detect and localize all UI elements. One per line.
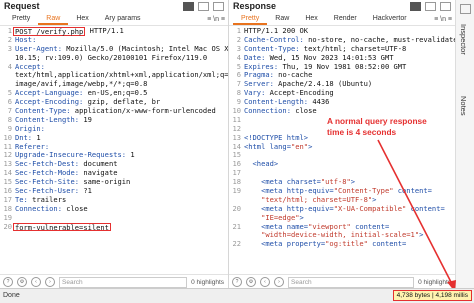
code-token: "en" xyxy=(290,141,309,151)
code-line: 10 Connection: close xyxy=(229,106,455,116)
annotation-line-1: A normal query response xyxy=(327,116,427,126)
single-view-icon[interactable] xyxy=(440,2,451,11)
request-pane: Request Pretty Raw Hex Ary params ≡ \n ≡ 1 PO… xyxy=(0,0,229,289)
code-line: 20 form-vulnerable=silent xyxy=(0,222,228,232)
code-token: application/x-www-form-urlencoded xyxy=(70,106,216,116)
response-search-bar: ? ⚙ ‹ › Search 0 highlights xyxy=(229,274,455,289)
code-token: 1 xyxy=(126,150,135,160)
request-tabs: Pretty Raw Hex Ary params ≡ \n ≡ xyxy=(0,13,228,26)
help-icon[interactable]: ? xyxy=(3,277,13,287)
tab-hackvertor[interactable]: Hackvertor xyxy=(365,13,415,25)
split-view-icon[interactable] xyxy=(183,2,194,11)
tab-hex[interactable]: Hex xyxy=(68,13,96,25)
code-token: <head> xyxy=(244,159,279,169)
code-token: Connection: xyxy=(244,106,291,116)
code-token: 19 xyxy=(79,114,92,124)
response-stats: 4,738 bytes | 4,198 millis xyxy=(392,290,472,301)
tab-pretty[interactable]: Pretty xyxy=(4,13,38,25)
request-layout-toggle[interactable] xyxy=(183,2,224,11)
code-token: "X-UA-Compatible" xyxy=(333,203,407,213)
tab-ary-params[interactable]: Ary params xyxy=(97,13,149,25)
inspector-rail: Inspector Notes xyxy=(455,0,474,289)
line-number: 19 xyxy=(232,186,241,196)
notes-tab[interactable]: Notes xyxy=(459,96,468,116)
code-token: <html xyxy=(244,141,270,151)
code-token: content= xyxy=(367,239,407,249)
code-line: 18 Connection: close xyxy=(0,203,228,214)
forward-icon[interactable]: › xyxy=(45,277,55,287)
line-number: 22 xyxy=(232,239,241,249)
response-pane: Response Pretty Raw Hex Render Hackvertor ≡ \… xyxy=(229,0,455,289)
code-line: 22 <meta property= "og:title" content= xyxy=(229,239,455,249)
request-highlights-count: 0 highlights xyxy=(191,278,224,286)
annotation-text: A normal query response time is 4 second… xyxy=(327,116,427,138)
settings-icon[interactable]: ⚙ xyxy=(17,277,27,287)
code-token: lang= xyxy=(269,141,291,151)
back-icon[interactable]: ‹ xyxy=(31,277,41,287)
code-token: content= xyxy=(393,186,432,196)
horizontal-view-icon[interactable] xyxy=(198,2,209,11)
code-token: ?1 xyxy=(79,186,92,196)
line-number: 20 xyxy=(232,203,241,213)
line-number xyxy=(0,71,15,80)
response-editor[interactable]: 1 HTTP/1.1 200 OK 2 Cache-Control: no-store… xyxy=(229,27,455,275)
code-token: content= xyxy=(406,203,445,213)
panel-layout-icon[interactable] xyxy=(460,4,471,14)
code-token: "og:title" xyxy=(325,239,368,249)
tab-pretty[interactable]: Pretty xyxy=(233,13,268,25)
line-number: 4 xyxy=(7,61,12,71)
code-token: close xyxy=(290,106,317,116)
tab-hex[interactable]: Hex xyxy=(297,13,325,25)
single-view-icon[interactable] xyxy=(213,2,224,11)
back-icon[interactable]: ‹ xyxy=(260,277,270,287)
code-token: > xyxy=(419,230,424,240)
highlighted-text: form-vulnerable=silent xyxy=(13,222,111,232)
code-line: 14 <html lang= "en" > xyxy=(229,141,455,152)
editor-options-icons[interactable]: ≡ \n ≡ xyxy=(434,16,455,23)
status-bar: Done 4,738 bytes | 4,198 millis xyxy=(0,288,474,303)
editor-options-icons[interactable]: ≡ \n ≡ xyxy=(207,16,228,23)
line-number: 21 xyxy=(232,221,241,231)
request-editor[interactable]: 1 POST /verify.php HTTP/1.1 2 Host: 3 User-Ag… xyxy=(0,27,228,275)
settings-icon[interactable]: ⚙ xyxy=(246,277,256,287)
tab-raw[interactable]: Raw xyxy=(38,13,69,25)
response-search-input[interactable]: Search xyxy=(288,276,415,288)
response-layout-toggle[interactable] xyxy=(410,2,451,11)
request-search-input[interactable]: Search xyxy=(59,276,188,288)
forward-icon[interactable]: › xyxy=(274,277,284,287)
code-token: Connection: xyxy=(15,203,62,213)
annotation-line-2: time is 4 seconds xyxy=(327,127,397,137)
code-token: <meta xyxy=(244,239,287,249)
request-search-bar: ? ⚙ ‹ › Search 0 highlights xyxy=(0,274,228,289)
code-token: property= xyxy=(286,239,326,249)
response-tabs: Pretty Raw Hex Render Hackvertor ≡ \n ≡ xyxy=(229,13,455,26)
code-token: > xyxy=(308,141,313,151)
line-number: 3 xyxy=(7,43,12,53)
code-token: close xyxy=(61,203,88,213)
code-line: 16 <head> xyxy=(229,159,455,169)
code-line: 19 xyxy=(0,213,228,223)
status-done: Done xyxy=(3,292,20,299)
code-token: HTTP/1.1 xyxy=(85,27,124,35)
help-icon[interactable]: ? xyxy=(232,277,242,287)
split-view-icon[interactable] xyxy=(410,2,421,11)
tab-render[interactable]: Render xyxy=(326,13,365,25)
response-highlights-count: 0 highlights xyxy=(418,278,451,286)
inspector-tab[interactable]: Inspector xyxy=(459,24,468,55)
tab-raw[interactable]: Raw xyxy=(267,13,297,25)
horizontal-view-icon[interactable] xyxy=(425,2,436,11)
